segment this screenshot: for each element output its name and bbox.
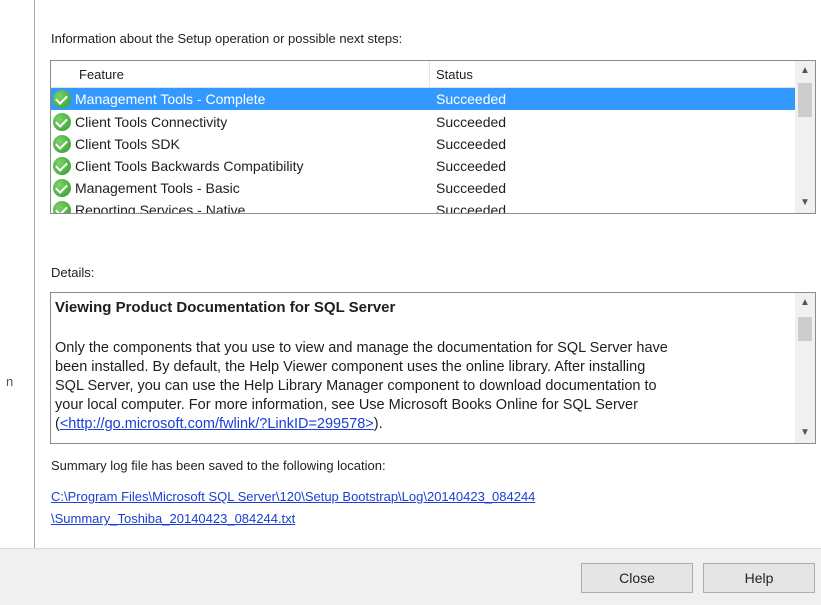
details-line: SQL Server, you can use the Help Library… <box>55 378 657 394</box>
feature-status: Succeeded <box>436 91 507 107</box>
feature-status-list[interactable]: Feature Status Management Tools - Comple… <box>50 60 816 214</box>
column-header-feature[interactable]: Feature <box>79 67 124 82</box>
table-row[interactable]: Reporting Services - Native Succeeded <box>51 199 795 214</box>
details-link-line: (<http://go.microsoft.com/fwlink/?LinkID… <box>55 415 785 434</box>
details-label: Details: <box>51 265 95 280</box>
feature-status: Succeeded <box>436 202 507 214</box>
feature-name: Reporting Services - Native <box>75 202 246 214</box>
details-panel[interactable]: Viewing Product Documentation for SQL Se… <box>50 292 816 444</box>
column-header-status[interactable]: Status <box>436 67 473 82</box>
feature-name: Client Tools Backwards Compatibility <box>75 158 304 174</box>
success-check-icon <box>53 113 71 131</box>
scroll-thumb[interactable] <box>798 317 812 341</box>
column-divider <box>429 61 430 87</box>
list-scrollbar[interactable]: ▲ ▼ <box>795 61 815 213</box>
scroll-thumb[interactable] <box>798 83 812 117</box>
help-button[interactable]: Help <box>703 563 815 593</box>
success-check-icon <box>53 157 71 175</box>
scroll-up-icon[interactable]: ▲ <box>795 63 815 79</box>
table-row[interactable]: Client Tools Backwards Compatibility Suc… <box>51 155 795 177</box>
summary-log-link[interactable]: C:\Program Files\Microsoft SQL Server\12… <box>51 489 535 504</box>
feature-name: Management Tools - Complete <box>75 91 266 107</box>
left-panel-fragment: n <box>6 374 14 389</box>
scroll-up-icon[interactable]: ▲ <box>795 295 815 311</box>
success-check-icon <box>53 135 71 153</box>
success-check-icon <box>53 90 71 108</box>
details-line: your local computer. For more informatio… <box>55 397 638 413</box>
summary-log-label: Summary log file has been saved to the f… <box>51 458 386 473</box>
table-row[interactable]: Management Tools - Complete Succeeded <box>51 88 795 110</box>
dialog-footer: Close Help <box>0 548 821 605</box>
summary-log-link-continued[interactable]: \Summary_Toshiba_20140423_084244.txt <box>51 511 295 526</box>
success-check-icon <box>53 201 71 213</box>
feature-status: Succeeded <box>436 136 507 152</box>
feature-name: Management Tools - Basic <box>75 180 240 196</box>
list-header: Feature Status <box>51 61 795 88</box>
info-label: Information about the Setup operation or… <box>51 31 403 46</box>
feature-name: Client Tools Connectivity <box>75 114 228 130</box>
table-row[interactable]: Management Tools - Basic Succeeded <box>51 177 795 199</box>
books-online-link[interactable]: <http://go.microsoft.com/fwlink/?LinkID=… <box>60 416 374 432</box>
table-row[interactable]: Client Tools SDK Succeeded <box>51 133 795 155</box>
success-check-icon <box>53 179 71 197</box>
details-line: Only the components that you use to view… <box>55 340 668 356</box>
link-suffix: ). <box>373 416 383 432</box>
feature-status: Succeeded <box>436 114 507 130</box>
feature-status: Succeeded <box>436 180 507 196</box>
table-row[interactable]: Client Tools Connectivity Succeeded <box>51 111 795 133</box>
details-line: been installed. By default, the Help Vie… <box>55 359 646 375</box>
close-button[interactable]: Close <box>581 563 693 593</box>
details-scrollbar[interactable]: ▲ ▼ <box>795 293 815 443</box>
feature-name: Client Tools SDK <box>75 136 180 152</box>
scroll-down-icon[interactable]: ▼ <box>795 195 815 211</box>
details-body: Only the components that you use to view… <box>55 339 785 434</box>
details-heading: Viewing Product Documentation for SQL Se… <box>55 299 396 316</box>
scroll-down-icon[interactable]: ▼ <box>795 425 815 441</box>
window-left-border <box>34 0 35 548</box>
feature-status: Succeeded <box>436 158 507 174</box>
